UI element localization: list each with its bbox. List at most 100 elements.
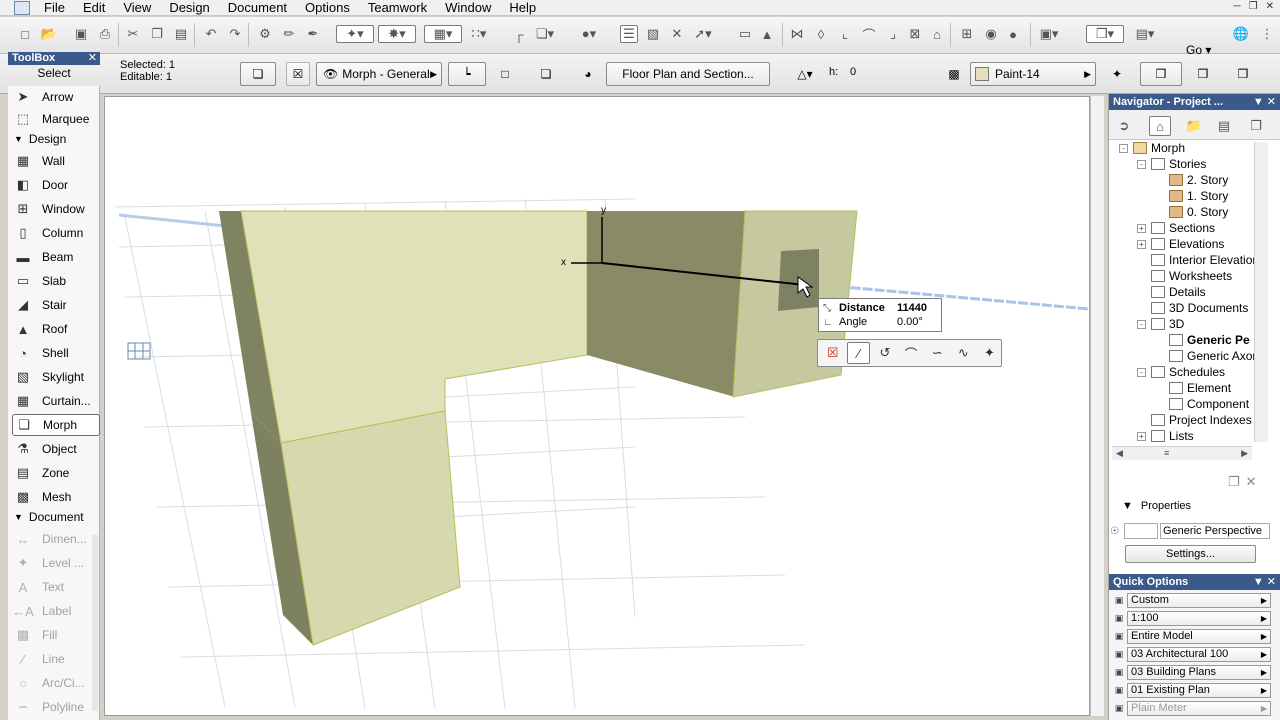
tool-window[interactable]: ⊞ Window <box>12 198 100 220</box>
view-3d-right-icon[interactable]: ❒ <box>1230 62 1256 86</box>
pick-up-parameters-icon[interactable]: ⚙ <box>256 25 274 43</box>
group-icon[interactable]: ❏▾ <box>536 25 554 43</box>
transform-icon[interactable]: ☒ <box>286 62 310 86</box>
tool-beam[interactable]: ▬ Beam <box>12 246 100 268</box>
minimize-icon[interactable]: ─ <box>1234 1 1241 12</box>
tool-label[interactable]: ←A Label <box>12 600 100 622</box>
document-group-header[interactable]: ▼ Document <box>14 510 84 524</box>
tree-item[interactable]: 1. Story <box>1169 188 1228 204</box>
view-name-field[interactable]: Generic Perspective <box>1160 523 1270 539</box>
toolbox-scrollbar[interactable] <box>92 535 98 711</box>
angle-value[interactable]: 0.00° <box>897 316 923 328</box>
menu-file[interactable]: File <box>36 0 75 16</box>
quick-options-close-icon[interactable]: ▼ ✕ <box>1253 574 1276 590</box>
offset-icon[interactable]: ▲ <box>758 25 776 43</box>
navigator-title-bar[interactable]: Navigator - Project ... ▼ ✕ <box>1109 94 1280 110</box>
paste-icon[interactable]: ▤ <box>172 25 190 43</box>
close-icon[interactable]: ✕ <box>1266 1 1274 12</box>
menu-view[interactable]: View <box>115 0 161 16</box>
split-icon[interactable]: ◊ <box>812 25 830 43</box>
expand-icon[interactable]: + <box>1137 223 1146 233</box>
sphere-icon[interactable]: ● <box>1004 25 1022 43</box>
toolbox-title-bar[interactable]: ToolBox ✕ <box>8 52 100 65</box>
clone-view-icon[interactable]: ❐ <box>1228 474 1240 490</box>
height-value[interactable]: 0 <box>850 66 856 78</box>
tool-level-dimension[interactable]: ✦ Level ... <box>12 552 100 574</box>
tool-slab[interactable]: ▭ Slab <box>12 270 100 292</box>
view-3d-left-icon[interactable]: ❒ <box>1140 62 1182 86</box>
curve-icon[interactable]: ⌒ <box>860 25 878 43</box>
view-id-field[interactable] <box>1124 523 1158 539</box>
cross-icon[interactable]: ✕ <box>668 25 686 43</box>
morph-geometry-icon[interactable]: ❏ <box>240 62 276 86</box>
tool-mesh[interactable]: ▩ Mesh <box>12 486 100 508</box>
quick-option-dropdown[interactable]: Plain Meter ▶ <box>1127 700 1271 716</box>
quick-option-dropdown[interactable]: 1:100 ▶ <box>1127 610 1271 626</box>
tool-marquee[interactable]: ⬚ Marquee <box>12 108 100 130</box>
project-map-tree[interactable]: - Morph - Stories 2. Story 1. Story 0. Story + S… <box>1109 140 1261 454</box>
menu-window[interactable]: Window <box>437 0 501 16</box>
tool-zone[interactable]: ▤ Zone <box>12 462 100 484</box>
tree-item[interactable]: Generic Axon <box>1169 348 1259 364</box>
design-group-header[interactable]: ▼ Design <box>14 132 66 146</box>
tree-item[interactable]: - Morph <box>1119 140 1185 156</box>
tool-morph[interactable]: ❏ Morph <box>12 414 100 436</box>
roof-trim-icon[interactable]: ⌂ <box>928 25 946 43</box>
collapse-icon[interactable]: - <box>1137 319 1146 329</box>
arc-tangent-icon[interactable]: ⌒ <box>899 342 922 364</box>
render-icon[interactable]: ◉ <box>982 25 1000 43</box>
gravity-icon[interactable]: ✸▾ <box>378 25 416 43</box>
magic-wand-settings-icon[interactable]: ✦ <box>1104 62 1130 86</box>
tool-roof[interactable]: ▲ Roof <box>12 318 100 340</box>
arc-center-icon[interactable]: ↺ <box>873 342 896 364</box>
open-file-icon[interactable]: 📂 <box>40 25 58 43</box>
tree-horizontal-scrollbar[interactable]: ◀ ≡ ▶ <box>1112 446 1252 460</box>
menu-document[interactable]: Document <box>220 0 297 16</box>
tool-line[interactable]: ∕ Line <box>12 648 100 670</box>
tree-item[interactable]: 0. Story <box>1169 204 1228 220</box>
quick-option-dropdown[interactable]: 01 Existing Plan ▶ <box>1127 682 1271 698</box>
expand-icon[interactable]: + <box>1137 431 1146 441</box>
floor-plan-and-section-button[interactable]: Floor Plan and Section... <box>606 62 770 86</box>
view-3d-middle-icon[interactable]: ❒ <box>1190 62 1216 86</box>
layout-icon[interactable]: ▤▾ <box>1136 25 1155 43</box>
tool-curtain-wall[interactable]: ▦ Curtain... <box>12 390 100 412</box>
tool-arc-circle[interactable]: ○ Arc/Ci... <box>12 672 100 694</box>
collapse-icon[interactable]: - <box>1119 143 1128 153</box>
drag-icon[interactable]: ➚▾ <box>694 25 712 43</box>
tool-polyline[interactable]: ∽ Polyline <box>12 696 100 718</box>
lock-icon[interactable]: ●▾ <box>580 25 598 43</box>
delete-view-icon[interactable]: ✕ <box>1246 474 1257 490</box>
collapse-icon[interactable]: - <box>1137 367 1146 377</box>
menu-edit[interactable]: Edit <box>75 0 115 16</box>
settings-button[interactable]: Settings... <box>1125 545 1256 563</box>
syringe-icon[interactable]: ✒ <box>304 25 322 43</box>
project-map-icon[interactable]: ⌂ <box>1149 116 1171 136</box>
navigator-close-icon[interactable]: ▼ ✕ <box>1253 94 1276 110</box>
new-file-icon[interactable]: □ <box>16 25 34 43</box>
viewport-vertical-scrollbar[interactable] <box>1090 96 1104 716</box>
tool-stair[interactable]: ◢ Stair <box>12 294 100 316</box>
surface-paint-dropdown[interactable]: Paint-14 ▶ <box>970 62 1096 86</box>
menu-help[interactable]: Help <box>501 0 546 16</box>
tool-skylight[interactable]: ▧ Skylight <box>12 366 100 388</box>
menu-options[interactable]: Options <box>297 0 360 16</box>
view-map-icon[interactable]: 📁 <box>1183 116 1205 136</box>
3d-window-icon[interactable]: ❒▾ <box>1086 25 1124 43</box>
elevation-icon[interactable]: ▭ <box>736 25 754 43</box>
tool-wall[interactable]: ▦ Wall <box>12 150 100 172</box>
tool-shell[interactable]: ◔ Shell <box>12 342 100 364</box>
tool-column[interactable]: ▯ Column <box>12 222 100 244</box>
intersect-icon[interactable]: ⊠ <box>906 25 924 43</box>
trace-icon[interactable]: ▧ <box>644 25 662 43</box>
bezier-icon[interactable]: ∿ <box>952 342 975 364</box>
tree-item[interactable]: Interior Elevation <box>1151 252 1259 268</box>
tool-fill[interactable]: ▩ Fill <box>12 624 100 646</box>
tree-item[interactable]: - Stories <box>1137 156 1206 172</box>
fillet-icon[interactable]: ⌟ <box>884 25 902 43</box>
tree-item[interactable]: 2. Story <box>1169 172 1228 188</box>
tree-item[interactable]: Generic Pe <box>1169 332 1250 348</box>
layout-book-icon[interactable]: ▤ <box>1213 116 1235 136</box>
dimension-tool-icon[interactable]: ⊞ <box>958 25 976 43</box>
mirror-icon[interactable]: ⋈ <box>788 25 806 43</box>
